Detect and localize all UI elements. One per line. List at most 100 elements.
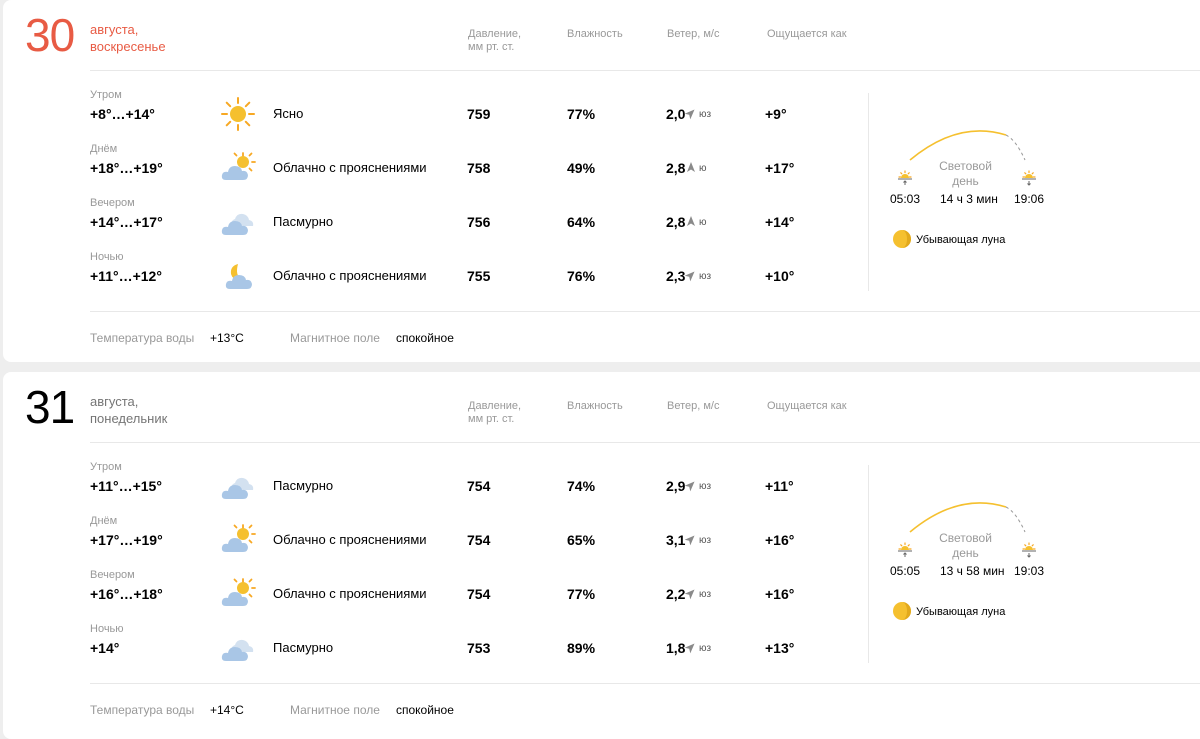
wind-speed: 2,0 (666, 106, 686, 122)
daylight-label: Световой день (928, 531, 1003, 561)
overcast-cloud-icon (220, 204, 256, 240)
pressure-value: 759 (467, 106, 491, 122)
temperature: +8°…+14° (90, 106, 155, 122)
humidity-value: 49% (567, 160, 596, 176)
day-length: 13 ч 58 мин (940, 564, 1005, 578)
water-temp-label: Температура воды (90, 331, 195, 345)
wind-speed: 2,8 (666, 160, 686, 176)
daylight-label-line1: Световой (939, 531, 992, 545)
wind-direction: юз (686, 588, 711, 601)
day-card: 31 августа, понедельник Давление, мм рт.… (3, 372, 1200, 739)
pressure-value: 758 (467, 160, 491, 176)
wind-arrow-icon (684, 478, 698, 492)
daylight-label: Световой день (928, 159, 1003, 189)
wind-direction-label: юз (699, 481, 712, 492)
moon-phase: Убывающая луна (916, 234, 1006, 246)
feels-like-value: +14° (765, 214, 795, 230)
header-pressure: Давление, мм рт. ст. (468, 28, 521, 54)
forecast-row: Ночью +14° Пасмурно 753 89% 1,8 юз +13° (3, 622, 1200, 676)
condition: Пасмурно (273, 214, 334, 229)
feels-like-value: +16° (765, 532, 795, 548)
sunset-icon (1020, 540, 1038, 558)
day-part: Утром (90, 89, 122, 101)
divider (90, 442, 1200, 443)
partly-cloudy-sun-icon (220, 150, 256, 186)
wind-direction: юз (686, 534, 711, 547)
sun-icon (220, 96, 256, 132)
day-part: Вечером (90, 197, 135, 209)
daylight-label-line2: день (952, 174, 979, 188)
temperature: +11°…+12° (90, 268, 162, 284)
sunrise-time: 05:05 (890, 564, 921, 578)
wind-speed: 1,8 (666, 640, 686, 656)
condition: Пасмурно (273, 478, 334, 493)
temperature: +14° (90, 640, 120, 656)
condition: Пасмурно (273, 640, 334, 655)
magnetic-field-label: Магнитное поле (290, 703, 380, 717)
wind-arrow-icon (684, 586, 698, 600)
daylight-label-line1: Световой (939, 159, 992, 173)
wind-direction: юз (686, 642, 711, 655)
date-text: августа, понедельник (90, 393, 167, 427)
water-temp-value: +14°C (210, 703, 244, 717)
wind-arrow-icon (686, 216, 696, 226)
condition: Облачно с прояснениями (273, 160, 427, 175)
day-part: Ночью (90, 251, 124, 263)
pressure-value: 755 (467, 268, 491, 284)
pressure-value: 754 (467, 532, 491, 548)
day-number: 31 (25, 381, 75, 433)
divider (90, 311, 1200, 312)
water-temp-label: Температура воды (90, 703, 195, 717)
feels-like-value: +9° (765, 106, 787, 122)
overcast-cloud-icon (220, 630, 256, 666)
magnetic-field-value: спокойное (396, 331, 454, 345)
header-humidity: Влажность (567, 28, 623, 40)
partly-cloudy-sun-icon (220, 576, 256, 612)
humidity-value: 89% (567, 640, 596, 656)
header-wind: Ветер, м/с (667, 28, 720, 40)
sunrise-icon (896, 168, 914, 186)
divider (90, 70, 1200, 71)
wind-speed: 2,3 (666, 268, 686, 284)
header-pressure-line2: мм рт. ст. (468, 413, 515, 425)
wind-direction: юз (686, 270, 711, 283)
wind-arrow-icon (684, 532, 698, 546)
header-pressure-line1: Давление, (468, 28, 522, 40)
sunset-icon (1020, 168, 1038, 186)
wind-speed: 2,8 (666, 214, 686, 230)
waning-moon-icon (893, 602, 911, 620)
sunset-time: 19:03 (1014, 564, 1045, 578)
header-wind: Ветер, м/с (667, 400, 720, 412)
day-length: 14 ч 3 мин (940, 192, 998, 206)
pressure-value: 754 (467, 586, 491, 602)
temperature: +18°…+19° (90, 160, 163, 176)
wind-direction-label: ю (699, 217, 707, 228)
header-pressure: Давление, мм рт. ст. (468, 400, 521, 426)
magnetic-field-value: спокойное (396, 703, 454, 717)
divider (90, 683, 1200, 684)
wind-speed: 2,2 (666, 586, 686, 602)
weekday-label: понедельник (90, 411, 168, 426)
temperature: +11°…+15° (90, 478, 162, 494)
wind-direction-label: юз (699, 643, 712, 654)
humidity-value: 77% (567, 586, 596, 602)
feels-like-value: +13° (765, 640, 795, 656)
day-part: Днём (90, 515, 118, 527)
pressure-value: 756 (467, 214, 491, 230)
wind-arrow-icon (686, 162, 696, 172)
wind-arrow-icon (684, 106, 698, 120)
wind-direction: ю (686, 216, 707, 229)
wind-direction-label: ю (699, 163, 707, 174)
pressure-value: 754 (467, 478, 491, 494)
header-humidity: Влажность (567, 400, 623, 412)
temperature: +14°…+17° (90, 214, 163, 230)
header-pressure-line1: Давление, (468, 400, 522, 412)
wind-speed: 3,1 (666, 532, 686, 548)
month-label: августа, (90, 394, 139, 409)
feels-like-value: +11° (765, 478, 794, 494)
header-feels-like: Ощущается как (767, 28, 847, 40)
wind-speed: 2,9 (666, 478, 686, 494)
temperature: +17°…+19° (90, 532, 163, 548)
day-part: Вечером (90, 569, 135, 581)
wind-arrow-icon (684, 640, 698, 654)
